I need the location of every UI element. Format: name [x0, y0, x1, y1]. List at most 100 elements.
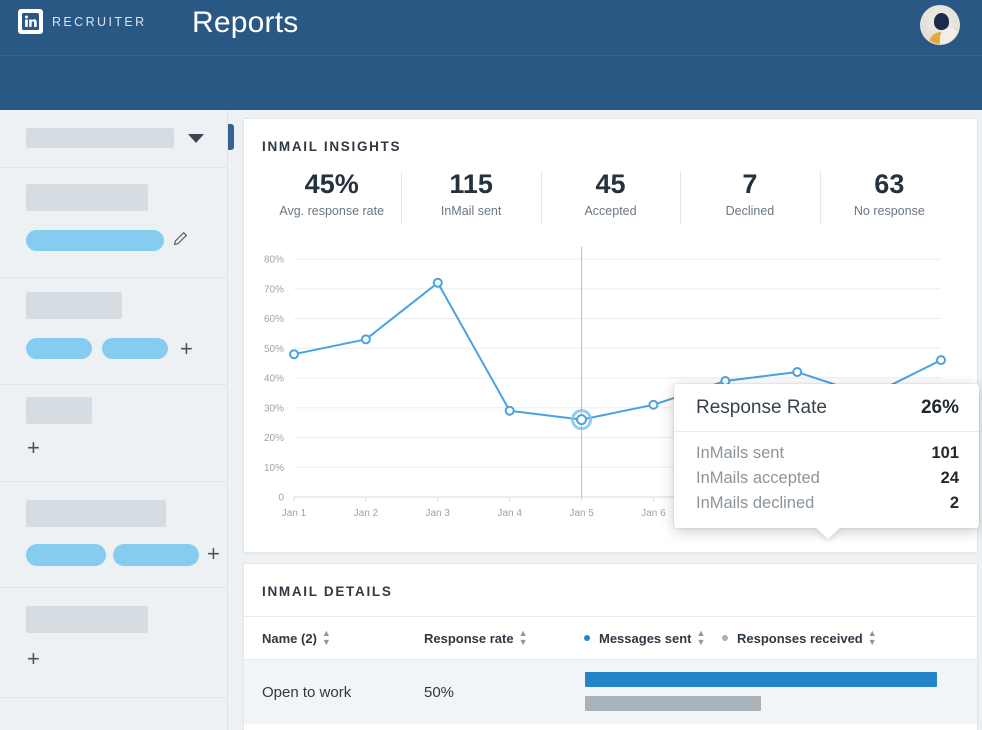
- sidebar-label-placeholder-1: [26, 184, 148, 211]
- cell-name: Open to work: [262, 683, 352, 701]
- stat-label: Avg. response rate: [279, 204, 385, 218]
- page-title: Reports: [192, 6, 299, 39]
- svg-text:0: 0: [278, 493, 284, 504]
- legend-dot-messages-sent: [584, 635, 590, 641]
- sort-icon[interactable]: ▲ ▼: [697, 629, 706, 647]
- svg-text:60%: 60%: [264, 314, 284, 325]
- linkedin-icon: [18, 9, 43, 34]
- sort-icon[interactable]: ▲ ▼: [519, 629, 528, 647]
- sidebar-chip-3[interactable]: [102, 338, 168, 359]
- sidebar-label-placeholder-5: [26, 606, 148, 633]
- tooltip-row-value: 2: [949, 494, 959, 512]
- svg-text:50%: 50%: [264, 344, 284, 355]
- tooltip-row-label: InMails sent: [696, 444, 785, 462]
- sidebar-section-4: +: [0, 385, 227, 482]
- app-root: RECRUITER Reports Usage InMail Jobs: [0, 0, 982, 730]
- stat-declined: 7 Declined: [680, 167, 819, 229]
- sidebar-chip-4[interactable]: [26, 544, 106, 566]
- plus-icon-2[interactable]: +: [27, 437, 40, 459]
- sidebar-label-placeholder-3: [26, 397, 92, 424]
- column-header-label: Responses received: [737, 630, 863, 646]
- svg-text:Jan 6: Jan 6: [641, 508, 666, 519]
- pencil-icon[interactable]: [172, 230, 189, 252]
- avatar[interactable]: [920, 5, 960, 45]
- column-header-label: Messages sent: [599, 630, 692, 646]
- inmail-insights-card: InMail Insights 45% Avg. response rate 1…: [243, 118, 979, 553]
- chevron-down-icon[interactable]: [188, 134, 204, 143]
- legend-dot-responses-received: [722, 635, 728, 641]
- chart-tooltip: Response Rate 26% InMails sent 101 InMai…: [674, 384, 979, 539]
- tooltip-row-value: 101: [931, 444, 959, 462]
- sidebar-section-2: [0, 168, 227, 278]
- tooltip-row-accepted: InMails accepted 24: [696, 466, 959, 491]
- sidebar-section-5: +: [0, 482, 227, 588]
- stats-row: 45% Avg. response rate 115 InMail sent 4…: [262, 167, 959, 229]
- svg-text:70%: 70%: [264, 284, 284, 295]
- tooltip-header: Response Rate 26%: [674, 384, 979, 432]
- column-header-messages-sent[interactable]: Messages sent ▲ ▼: [584, 629, 705, 647]
- stat-value: 115: [449, 169, 493, 199]
- plus-icon-4[interactable]: +: [27, 648, 40, 670]
- inmail-details-card: InMail Details Name (2) ▲ ▼ Response rate…: [243, 563, 978, 730]
- column-header-name[interactable]: Name (2) ▲ ▼: [262, 629, 331, 647]
- tooltip-row-value: 24: [940, 469, 959, 487]
- sidebar-filter-placeholder[interactable]: [26, 128, 174, 148]
- sidebar-chip-5[interactable]: [113, 544, 199, 566]
- svg-text:Jan 2: Jan 2: [354, 508, 379, 519]
- sidebar-section-1: [0, 110, 227, 168]
- tooltip-row-sent: InMails sent 101: [696, 441, 959, 466]
- tooltip-value: 26%: [920, 397, 959, 418]
- table-row[interactable]: Open to work 50%: [244, 660, 977, 724]
- bar-messages-sent: [585, 672, 937, 687]
- svg-text:Jan 3: Jan 3: [426, 508, 451, 519]
- stat-label: No response: [853, 204, 925, 218]
- logo-text: RECRUITER: [52, 14, 147, 29]
- svg-text:40%: 40%: [264, 374, 284, 385]
- sidebar-chip-2[interactable]: [26, 338, 92, 359]
- svg-text:Jan 4: Jan 4: [497, 508, 522, 519]
- column-header-responses-received[interactable]: Responses received ▲ ▼: [722, 629, 877, 647]
- plus-icon-1[interactable]: +: [180, 338, 193, 360]
- sidebar: + + + +: [0, 110, 228, 730]
- tooltip-title: Response Rate: [696, 397, 827, 418]
- sort-icon[interactable]: ▲ ▼: [322, 629, 331, 647]
- stat-avg-response-rate: 45% Avg. response rate: [262, 167, 401, 229]
- avatar-shoulder: [940, 28, 959, 44]
- svg-text:30%: 30%: [264, 403, 284, 414]
- plus-icon-3[interactable]: +: [207, 543, 220, 565]
- stat-value: 7: [742, 169, 758, 199]
- column-header-response-rate[interactable]: Response rate ▲ ▼: [424, 629, 528, 647]
- sidebar-label-placeholder-2: [26, 292, 122, 319]
- stat-label: Accepted: [584, 204, 637, 218]
- svg-text:Jan 1: Jan 1: [282, 508, 307, 519]
- nav-bar: Usage InMail Jobs: [0, 55, 982, 158]
- stat-no-response: 63 No response: [819, 167, 959, 229]
- sort-icon[interactable]: ▲ ▼: [868, 629, 877, 647]
- stat-value: 45%: [304, 169, 359, 199]
- svg-text:10%: 10%: [264, 463, 284, 474]
- sidebar-section-3: +: [0, 278, 227, 385]
- stat-label: InMail sent: [440, 204, 502, 218]
- sidebar-section-6: +: [0, 588, 227, 698]
- inmail-insights-title: InMail Insights: [262, 139, 402, 154]
- column-header-label: Response rate: [424, 630, 514, 646]
- details-table-header: Name (2) ▲ ▼ Response rate ▲ ▼ Messages se…: [244, 616, 977, 660]
- svg-text:80%: 80%: [264, 255, 284, 266]
- svg-text:Jan 5: Jan 5: [569, 508, 594, 519]
- tooltip-row-label: InMails accepted: [696, 469, 820, 487]
- stat-accepted: 45 Accepted: [540, 167, 680, 229]
- tooltip-row-declined: InMails declined 2: [696, 491, 959, 516]
- cell-response-rate: 50%: [424, 683, 455, 701]
- tooltip-body: InMails sent 101 InMails accepted 24 InM…: [674, 432, 979, 528]
- top-bar: RECRUITER Reports: [0, 0, 982, 55]
- tooltip-row-label: InMails declined: [696, 494, 815, 512]
- logo[interactable]: RECRUITER: [18, 9, 147, 34]
- inmail-details-title: InMail Details: [262, 584, 393, 599]
- tooltip-arrow: [815, 527, 841, 539]
- stat-value: 63: [874, 169, 905, 199]
- column-header-label: Name (2): [262, 630, 317, 646]
- stat-inmail-sent: 115 InMail sent: [401, 167, 540, 229]
- stat-label: Declined: [725, 204, 775, 218]
- sidebar-chip-1[interactable]: [26, 230, 164, 251]
- bar-responses-received: [585, 696, 761, 711]
